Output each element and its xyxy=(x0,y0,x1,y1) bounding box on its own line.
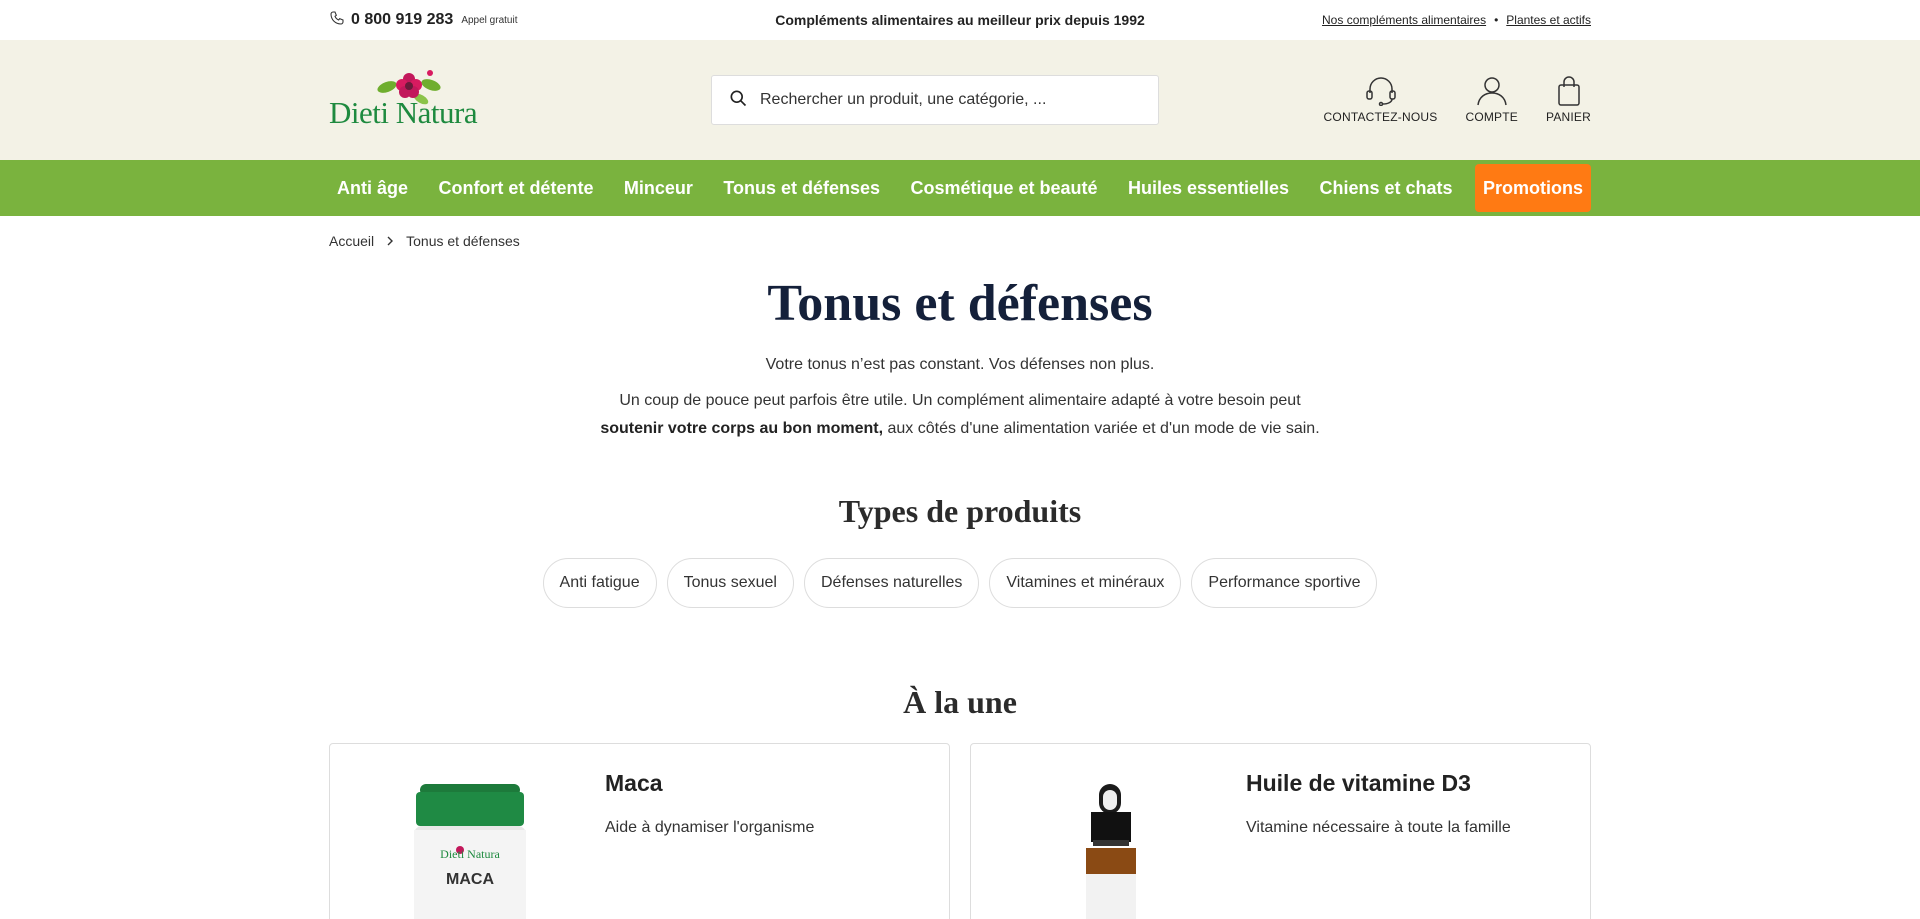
logo-word-natura: Natura xyxy=(395,95,478,130)
product-name[interactable]: Maca xyxy=(605,770,814,797)
intro-rest: aux côtés d'une alimentation variée et d… xyxy=(883,420,1320,437)
nav-item-chiens-chats[interactable]: Chiens et chats xyxy=(1312,164,1461,212)
top-links: Nos compléments alimentaires • Plantes e… xyxy=(1322,13,1591,27)
product-info: Huile de vitamine D3 Vitamine nécessaire… xyxy=(1246,770,1511,837)
logo-word-dieti: Dieti xyxy=(329,95,389,130)
search-bar[interactable] xyxy=(711,75,1159,125)
nav-item-confort-detente[interactable]: Confort et détente xyxy=(430,164,601,212)
breadcrumb-home[interactable]: Accueil xyxy=(329,233,374,249)
headset-icon xyxy=(1365,77,1396,106)
chevron-right-icon xyxy=(386,233,394,249)
maca-jar-image: Dieti Natura MACA xyxy=(414,784,526,919)
featured-title: À la une xyxy=(903,684,1017,720)
cart-label: PANIER xyxy=(1546,110,1591,124)
cart-button[interactable]: PANIER xyxy=(1546,76,1591,124)
nav-item-huiles-essentielles[interactable]: Huiles essentielles xyxy=(1120,164,1297,212)
link-complements[interactable]: Nos compléments alimentaires xyxy=(1322,13,1486,27)
intro-line-1: Votre tonus n’est pas constant. Vos défe… xyxy=(765,356,1155,373)
product-description: Aide à dynamiser l'organisme xyxy=(605,819,815,836)
page-title: Tonus et défenses xyxy=(767,275,1153,332)
tagline: Compléments alimentaires au meilleur pri… xyxy=(775,12,1145,28)
intro-text: Votre tonus n’est pas constant. Vos défe… xyxy=(329,351,1591,443)
main-nav: Anti âge Confort et détente Minceur Tonu… xyxy=(0,160,1920,216)
user-icon xyxy=(1476,77,1507,106)
intro-line-3: soutenir votre corps au bon moment, aux … xyxy=(329,415,1591,443)
product-card-maca[interactable]: Dieti Natura MACA Maca Aide à dynamiser … xyxy=(329,743,950,919)
nav-item-minceur[interactable]: Minceur xyxy=(616,164,701,212)
product-info: Maca Aide à dynamiser l'organisme xyxy=(605,770,814,837)
chip-defenses-naturelles[interactable]: Défenses naturelles xyxy=(803,558,980,608)
chip-performance-sportive[interactable]: Performance sportive xyxy=(1191,558,1378,608)
intro-bold: soutenir votre corps au bon moment, xyxy=(600,420,884,437)
chip-anti-fatigue[interactable]: Anti fatigue xyxy=(542,558,657,608)
product-description: Vitamine nécessaire à toute la famille xyxy=(1246,819,1511,836)
account-label: COMPTE xyxy=(1465,110,1518,124)
product-card-vitamine-d3[interactable]: Huile de vitamine D3 Vitamine nécessaire… xyxy=(970,743,1591,919)
maca-label-brand: Dieti Natura xyxy=(440,847,500,861)
phone-contact[interactable]: 0 800 919 283 Appel gratuit xyxy=(329,10,517,31)
logo[interactable]: Dieti Natura xyxy=(329,65,529,135)
types-title: Types de produits xyxy=(838,493,1082,529)
breadcrumb-current: Tonus et défenses xyxy=(406,233,520,249)
contact-label: CONTACTEZ-NOUS xyxy=(1323,110,1438,124)
nav-item-anti-age[interactable]: Anti âge xyxy=(329,164,416,212)
site-header: Dieti Natura CONTACTEZ-NOUS COMPTE PANIE… xyxy=(0,40,1920,160)
vitamin-d3-bottle-image xyxy=(1086,784,1136,919)
maca-label-name: MACA xyxy=(446,871,494,888)
nav-item-promotions[interactable]: Promotions xyxy=(1474,164,1591,212)
breadcrumb: Accueil Tonus et défenses xyxy=(329,216,1591,266)
phone-icon xyxy=(329,10,345,31)
search-icon[interactable] xyxy=(728,88,748,113)
account-button[interactable]: COMPTE xyxy=(1465,76,1518,124)
link-plantes-actifs[interactable]: Plantes et actifs xyxy=(1506,13,1591,27)
chip-vitamines-mineraux[interactable]: Vitamines et minéraux xyxy=(989,558,1182,608)
top-bar: 0 800 919 283 Appel gratuit Compléments … xyxy=(0,0,1920,40)
contact-button[interactable]: CONTACTEZ-NOUS xyxy=(1324,76,1438,124)
intro-line-2: Un coup de pouce peut parfois être utile… xyxy=(619,392,1301,409)
chip-tonus-sexuel[interactable]: Tonus sexuel xyxy=(666,558,794,608)
nav-item-cosmetique-beaute[interactable]: Cosmétique et beauté xyxy=(902,164,1105,212)
shopping-bag-icon xyxy=(1557,76,1580,106)
separator-dot: • xyxy=(1494,13,1499,27)
header-actions: CONTACTEZ-NOUS COMPTE PANIER xyxy=(1324,76,1591,124)
product-type-chips: Anti fatigue Tonus sexuel Défenses natur… xyxy=(329,558,1591,608)
phone-number[interactable]: 0 800 919 283 xyxy=(351,11,453,29)
product-name[interactable]: Huile de vitamine D3 xyxy=(1246,770,1511,797)
phone-note: Appel gratuit xyxy=(461,14,518,26)
nav-item-tonus-defenses[interactable]: Tonus et défenses xyxy=(715,164,888,212)
search-input[interactable] xyxy=(760,91,1120,109)
logo-wordmark: Dieti Natura xyxy=(329,95,478,131)
featured-products: Dieti Natura MACA Maca Aide à dynamiser … xyxy=(329,743,1591,919)
